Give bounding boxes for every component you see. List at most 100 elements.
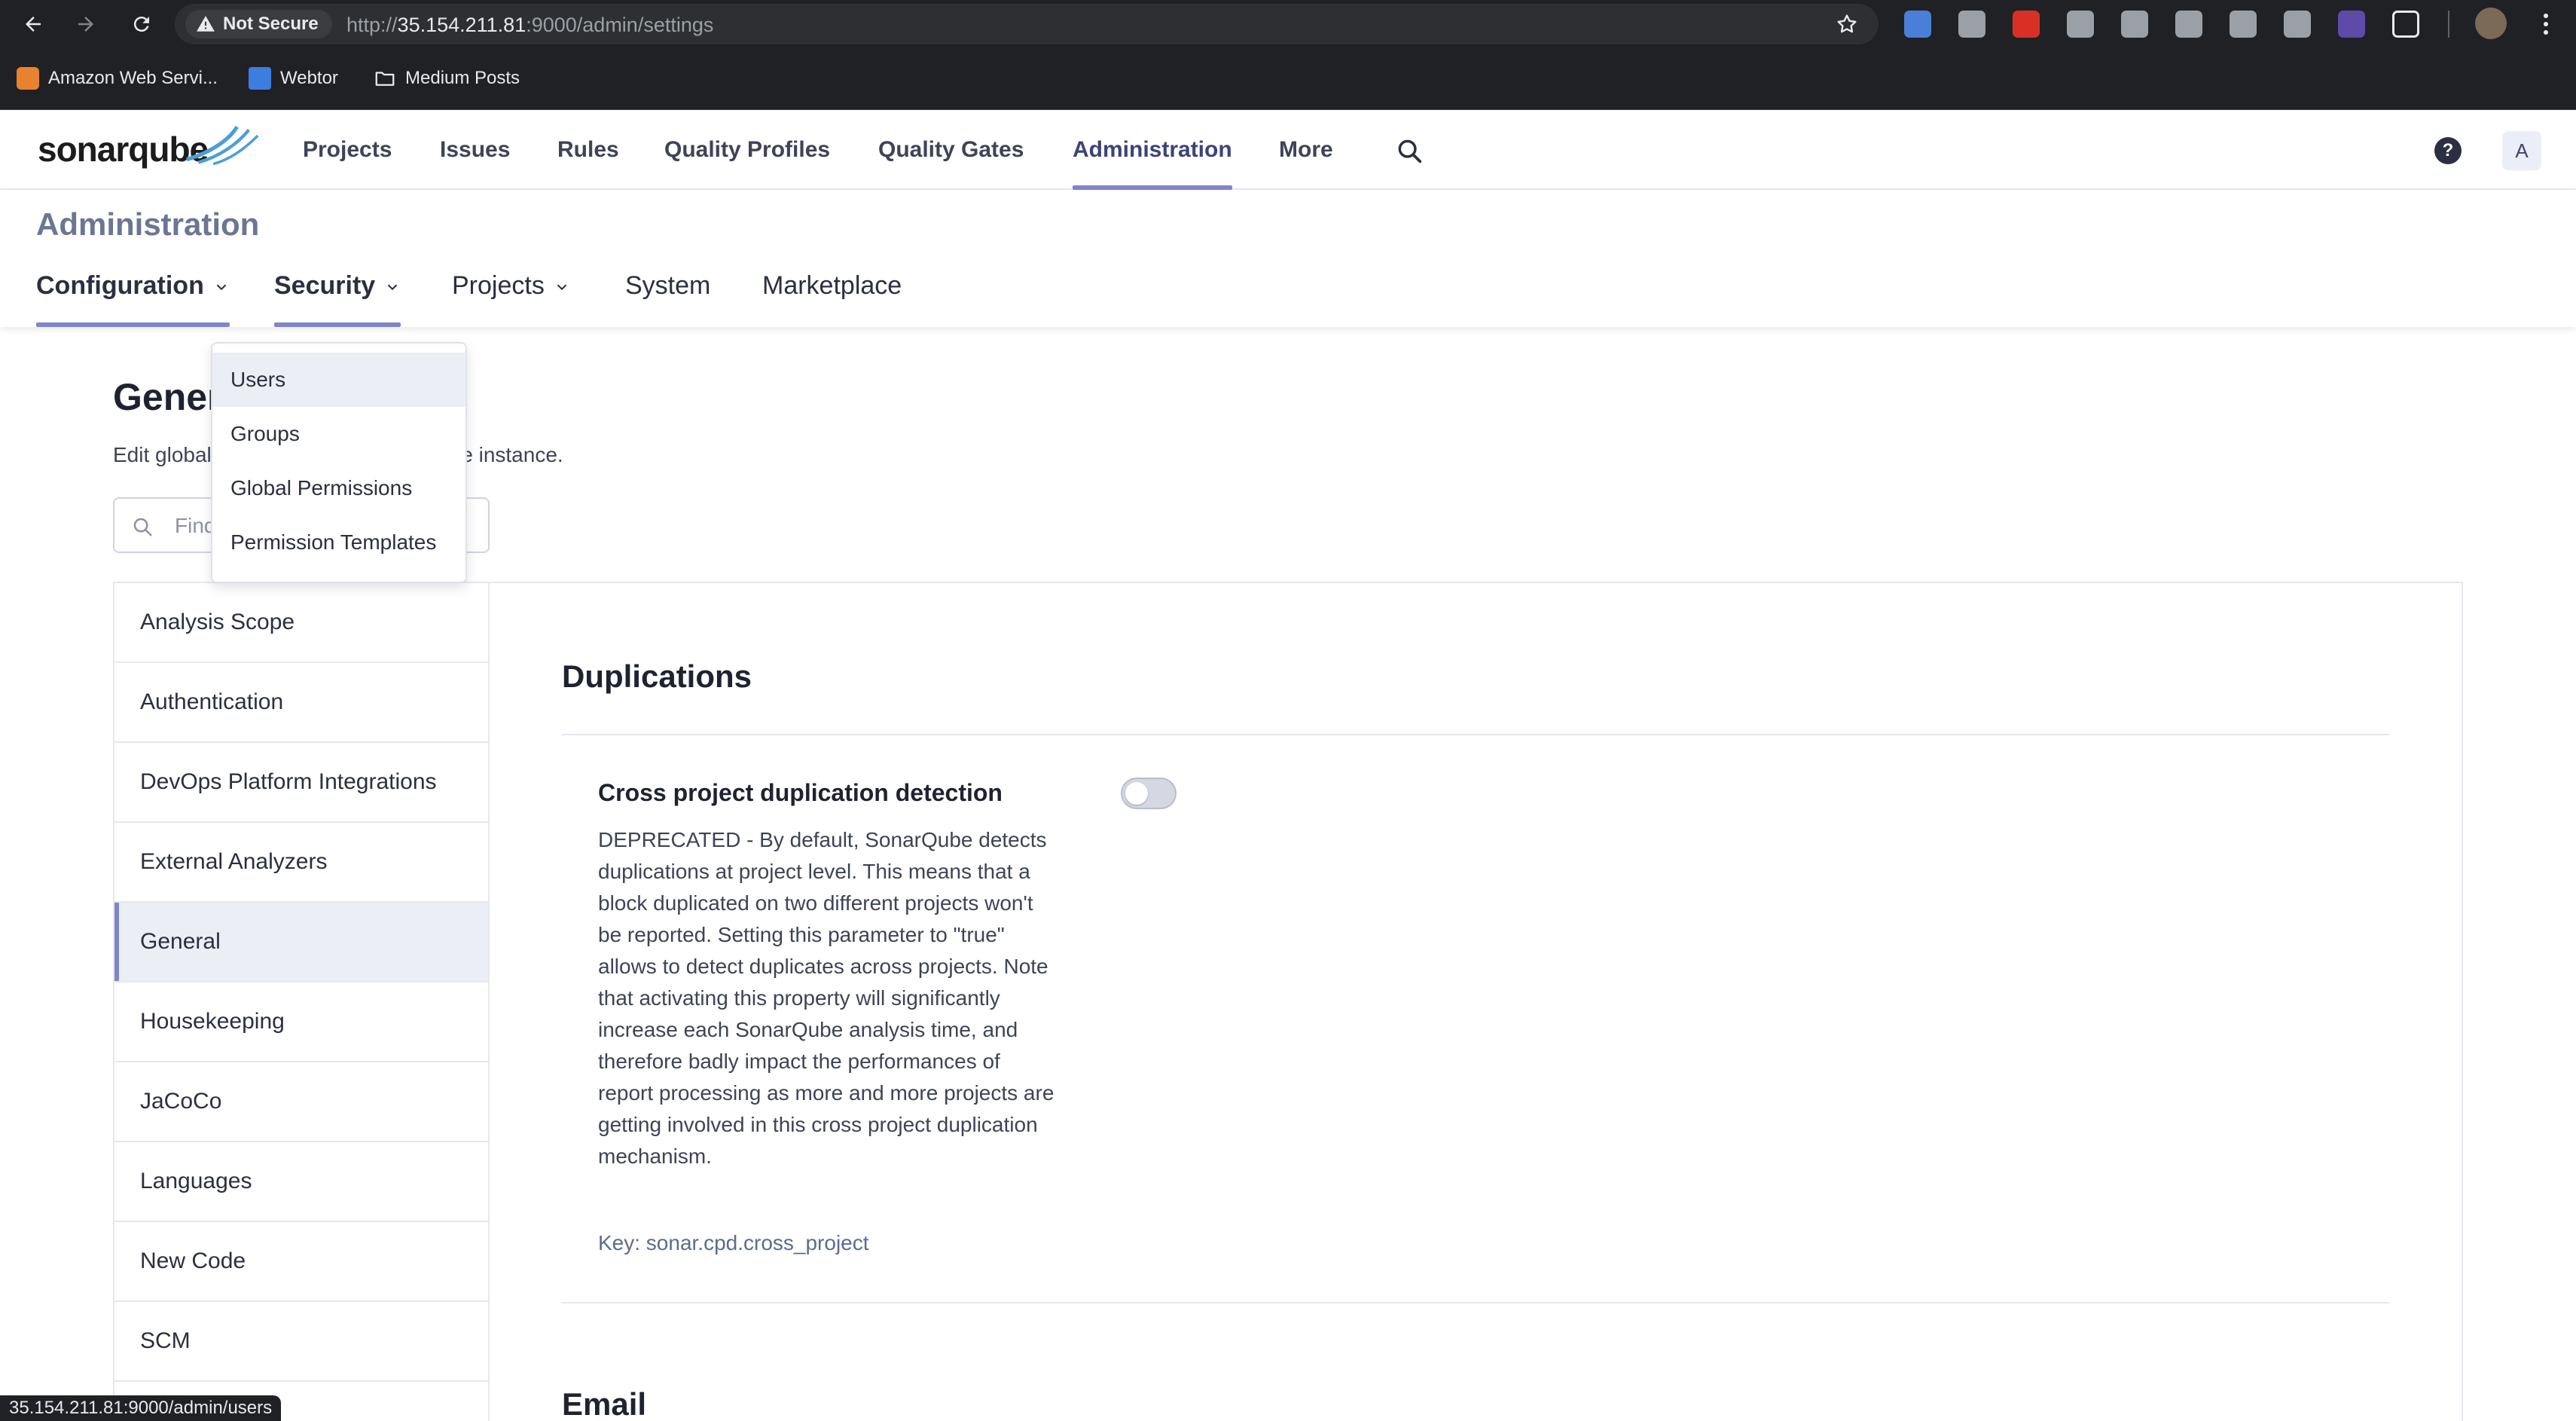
category-languages[interactable]: Languages [114,1142,488,1222]
extensions-puzzle-icon[interactable] [2392,11,2419,38]
menu-label: Groups [230,422,300,445]
extension-icon[interactable] [1958,11,1985,38]
bookmark-folder-medium[interactable]: Medium Posts [374,63,520,93]
nav-label: Quality Profiles [664,137,831,162]
nav-label: Issues [440,137,511,162]
arrow-left-icon [26,17,41,32]
nav-quality-gates[interactable]: Quality Gates [878,110,1024,190]
menu-item-permission-templates[interactable]: Permission Templates [212,515,465,570]
nav-label: Quality Gates [878,137,1024,162]
help-icon[interactable]: ? [2434,137,2462,164]
forward-button[interactable] [68,6,104,42]
section-divider [562,1302,2389,1303]
nav-label: Projects [303,137,392,162]
tab-label: Security [274,271,376,300]
address-bar[interactable]: Not Secure http://35.154.211.81:9000/adm… [175,4,1879,44]
extension-icon[interactable] [2338,11,2365,38]
warning-icon [197,16,215,32]
category-scm[interactable]: SCM [114,1302,488,1382]
bookmark-star-icon[interactable] [1835,12,1859,36]
category-label: SCM [140,1328,191,1353]
category-housekeeping[interactable]: Housekeeping [114,982,488,1062]
tab-system[interactable]: System [625,265,710,327]
avatar-letter: A [2515,139,2529,162]
aws-icon [17,67,39,90]
bookmark-aws[interactable]: Amazon Web Servi... [17,63,218,93]
category-analysis-scope[interactable]: Analysis Scope [114,583,488,663]
bookmark-label: Medium Posts [405,68,520,88]
nav-more[interactable]: More [1279,110,1333,190]
tab-label: Configuration [36,271,204,300]
reload-button[interactable] [124,6,160,42]
tab-marketplace[interactable]: Marketplace [762,265,902,327]
nav-rules[interactable]: Rules [557,110,619,190]
chevron-down-icon [387,284,398,291]
nav-issues[interactable]: Issues [440,110,510,190]
nav-quality-profiles[interactable]: Quality Profiles [664,110,830,190]
category-label: DevOps Platform Integrations [140,769,437,794]
section-duplications-title: Duplications [562,659,752,694]
category-jacoco[interactable]: JaCoCo [114,1062,488,1142]
extension-icon[interactable] [2230,11,2257,38]
link-status-bar: 35.154.211.81:9000/admin/users [0,1395,282,1421]
extension-icon[interactable] [2067,11,2094,38]
category-label: Authentication [140,689,284,714]
extension-icon[interactable] [2175,11,2202,38]
url-host: 35.154.211.81 [397,14,526,36]
settings-panel: Analysis Scope Authentication DevOps Pla… [113,582,2463,1421]
sonarqube-logo[interactable]: sonarqube [38,125,259,173]
category-authentication[interactable]: Authentication [114,663,488,743]
nav-label: Rules [557,137,619,162]
tab-projects[interactable]: Projects [452,265,570,327]
section-divider [562,734,2389,735]
browser-toolbar: Not Secure http://35.154.211.81:9000/adm… [0,0,2576,48]
nav-label: More [1279,137,1333,162]
category-devops-platform-integrations[interactable]: DevOps Platform Integrations [114,743,488,823]
setting-description: DEPRECATED - By default, SonarQube detec… [598,828,1055,1168]
reload-icon [133,17,149,32]
category-label: Languages [140,1169,252,1193]
folder-icon [375,72,395,86]
profile-avatar[interactable] [2475,8,2507,39]
tab-security[interactable]: Security [274,265,401,327]
url-prefix: http:// [346,14,398,36]
nav-administration[interactable]: Administration [1073,110,1232,190]
url-path: :9000/admin/settings [526,14,714,36]
tab-configuration[interactable]: Configuration [36,265,230,327]
url-text[interactable]: http://35.154.211.81:9000/admin/settings [346,14,713,37]
extension-icon[interactable] [2284,11,2311,38]
tab-label: Marketplace [762,271,902,300]
menu-label: Global Permissions [230,476,413,500]
category-list: Analysis Scope Authentication DevOps Pla… [114,583,490,1421]
cross-project-toggle[interactable] [1121,778,1177,809]
extension-icon[interactable] [2121,11,2148,38]
menu-label: Users [230,368,286,391]
menu-item-groups[interactable]: Groups [212,407,465,461]
admin-header: Administration Configuration Security Pr… [0,190,2576,327]
help-glyph: ? [2442,140,2454,160]
category-general[interactable]: General [114,903,488,982]
bookmark-webtor[interactable]: Webtor [249,63,338,93]
section-email-title: Email [562,1386,647,1421]
category-external-analyzers[interactable]: External Analyzers [114,823,488,903]
nav-projects[interactable]: Projects [303,110,392,190]
toggle-knob [1125,782,1148,805]
user-avatar[interactable]: A [2502,131,2541,170]
security-label: Not Secure [223,14,319,34]
search-icon[interactable] [1395,136,1424,165]
security-chip[interactable]: Not Secure [185,10,332,38]
extension-icon[interactable] [2013,11,2040,38]
tab-label: Projects [452,271,545,300]
menu-item-global-permissions[interactable]: Global Permissions [212,461,465,515]
global-navbar: sonarqube Projects Issues Rules Quality … [0,110,2576,190]
category-label: Analysis Scope [140,610,295,634]
category-new-code[interactable]: New Code [114,1222,488,1302]
menu-item-users[interactable]: Users [212,353,465,407]
arrow-right-icon [78,17,93,32]
category-label: JaCoCo [140,1089,222,1114]
back-button[interactable] [15,6,51,42]
extension-icon[interactable] [1904,11,1931,38]
browser-menu-icon[interactable] [2531,9,2561,39]
tab-label: System [625,271,711,300]
toolbar-divider [2448,11,2449,38]
